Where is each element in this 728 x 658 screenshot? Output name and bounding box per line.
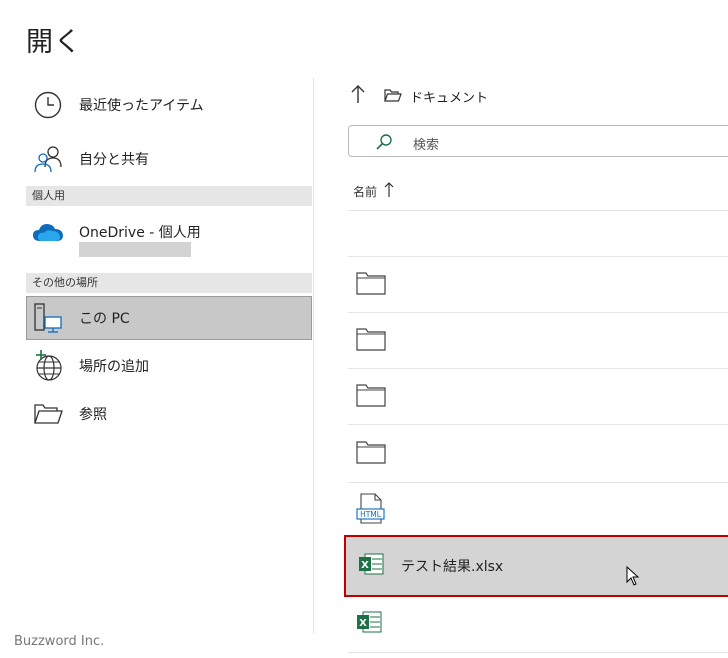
svg-text:X: X: [361, 560, 369, 571]
other-places-section-header: その他の場所: [26, 273, 312, 293]
breadcrumb-documents[interactable]: ドキュメント: [410, 87, 488, 106]
people-icon: [32, 143, 64, 175]
nav-recent-label: 最近使ったアイテム: [79, 98, 204, 114]
search-placeholder: 検索: [413, 138, 440, 153]
nav-recent[interactable]: 最近使ったアイテム: [26, 83, 312, 127]
globe-add-icon: [32, 350, 64, 382]
nav-shared-label: 自分と共有: [79, 152, 149, 168]
nav-onedrive-label: OneDrive - 個人用: [79, 225, 201, 241]
account-email-redacted: [79, 242, 191, 257]
folder-icon: [356, 327, 386, 355]
svg-text:HTML: HTML: [360, 510, 382, 519]
mouse-cursor-icon: [626, 565, 640, 590]
onedrive-cloud-icon: [32, 216, 64, 248]
file-row-folder[interactable]: [348, 257, 728, 313]
file-row-excel[interactable]: X: [348, 596, 728, 652]
pane-divider: [313, 78, 314, 633]
row-separator: [348, 210, 728, 211]
column-name-label: 名前: [353, 185, 378, 199]
clock-icon: [32, 89, 64, 121]
dialog-title: 開く: [26, 27, 82, 58]
svg-text:X: X: [359, 618, 367, 629]
sort-ascending-icon: [384, 182, 394, 201]
folder-icon: [356, 271, 386, 299]
search-icon: [375, 133, 393, 155]
excel-file-icon: X: [356, 609, 382, 639]
nav-browse[interactable]: 参照: [26, 392, 312, 436]
nav-add-place[interactable]: 場所の追加: [26, 344, 312, 388]
file-row-folder[interactable]: [348, 313, 728, 369]
html-file-icon: HTML: [356, 493, 386, 529]
watermark: Buzzword Inc.: [14, 634, 105, 649]
row-separator: [348, 652, 728, 653]
nav-shared[interactable]: 自分と共有: [26, 137, 312, 181]
folder-icon: [356, 383, 386, 411]
computer-icon: [32, 302, 64, 334]
folder-icon: [356, 440, 386, 468]
row-separator: [348, 424, 728, 425]
search-box[interactable]: 検索: [348, 125, 728, 157]
file-row-folder[interactable]: [348, 426, 728, 482]
nav-this-pc[interactable]: この PC: [26, 296, 312, 340]
file-row-folder[interactable]: [348, 369, 728, 425]
nav-this-pc-label: この PC: [79, 311, 130, 327]
column-header-name[interactable]: 名前: [353, 182, 394, 201]
breadcrumb-folder-icon: [384, 88, 402, 107]
nav-add-place-label: 場所の追加: [79, 359, 149, 375]
up-arrow-icon[interactable]: [350, 84, 372, 108]
file-row-html[interactable]: HTML: [348, 483, 728, 539]
excel-file-icon: X: [358, 551, 384, 581]
file-name: テスト結果.xlsx: [401, 559, 504, 575]
personal-section-header: 個人用: [26, 186, 312, 206]
nav-browse-label: 参照: [79, 407, 107, 423]
open-folder-icon: [32, 398, 64, 430]
file-row-selected[interactable]: X テスト結果.xlsx: [344, 535, 728, 597]
